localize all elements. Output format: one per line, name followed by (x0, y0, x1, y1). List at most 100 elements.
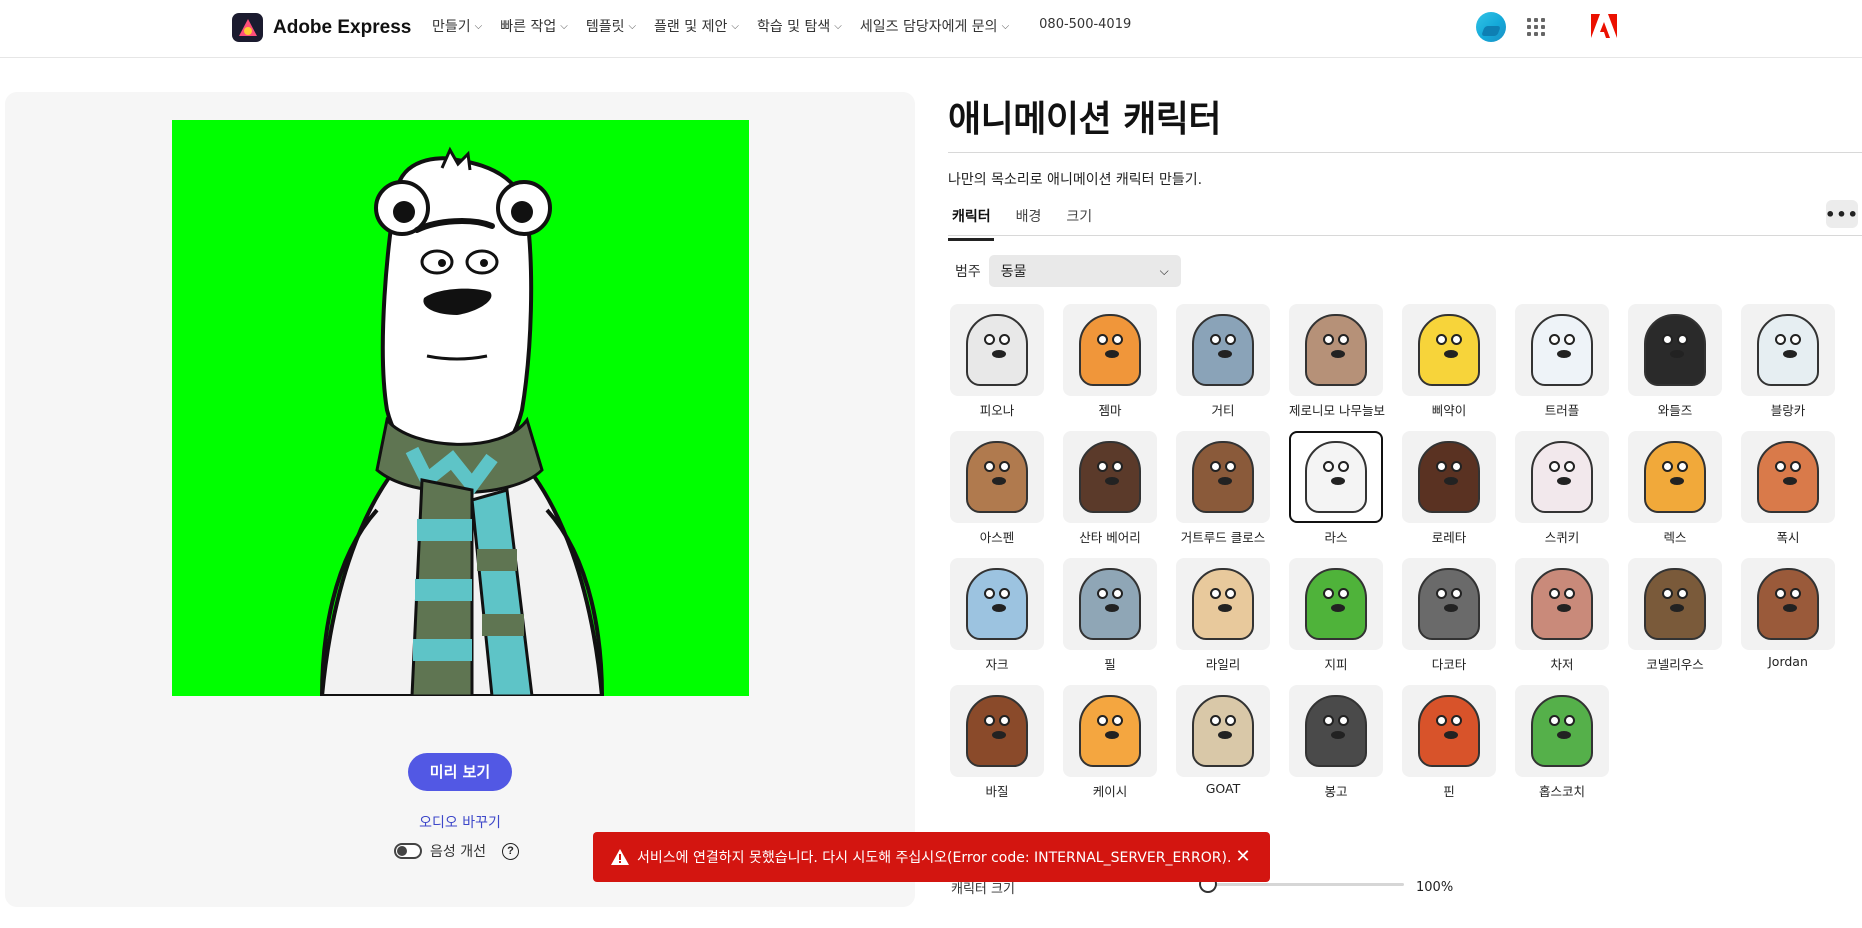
category-label: 범주 (955, 264, 981, 280)
character-illustration (1418, 568, 1480, 640)
character-name: 차저 (1550, 657, 1574, 672)
character-illustration (1757, 568, 1819, 640)
page-title: 애니메이션 캐릭터 (948, 99, 1222, 140)
character-item[interactable]: 지피 (1289, 558, 1383, 678)
preview-button[interactable]: 미리 보기 (408, 753, 512, 791)
character-thumbnail (1402, 431, 1496, 523)
character-item[interactable]: 핀 (1402, 685, 1496, 805)
character-item[interactable]: 홉스코치 (1515, 685, 1609, 805)
category-select[interactable]: 동물 ⌵ (988, 255, 1181, 287)
character-illustration (966, 441, 1028, 513)
character-name: 바질 (985, 784, 1009, 799)
character-name: 폭시 (1776, 530, 1800, 545)
character-illustration (1418, 695, 1480, 767)
character-item[interactable]: 거트루드 클로스 (1176, 431, 1270, 551)
character-illustration (1531, 695, 1593, 767)
character-illustration (1644, 441, 1706, 513)
divider (948, 235, 1862, 236)
character-illustration (1192, 695, 1254, 767)
character-illustration (966, 695, 1028, 767)
character-name: 거트루드 클로스 (1180, 530, 1266, 545)
character-item[interactable]: 코넬리우스 (1628, 558, 1722, 678)
character-illustration (1192, 314, 1254, 386)
character-thumbnail (950, 431, 1044, 523)
nav-item-quick-actions[interactable]: 빠른 작업 ⌵ (500, 16, 568, 36)
character-thumbnail (950, 685, 1044, 777)
size-value: 100% (1416, 880, 1454, 895)
character-thumbnail (1628, 304, 1722, 396)
character-item[interactable]: GOAT (1176, 685, 1270, 805)
character-item[interactable]: 아스펜 (950, 431, 1044, 551)
character-name: 피오나 (979, 403, 1015, 418)
character-item[interactable]: 폭시 (1741, 431, 1835, 551)
character-item[interactable]: 봉고 (1289, 685, 1383, 805)
character-illustration (1192, 568, 1254, 640)
character-item[interactable]: 라스 (1289, 431, 1383, 551)
nav-item-label: 템플릿 (585, 19, 625, 35)
character-item[interactable]: 다코타 (1402, 558, 1496, 678)
character-item[interactable]: 라일리 (1176, 558, 1270, 678)
character-name: 와들즈 (1657, 403, 1693, 418)
character-name: 제로니모 나무늘보 (1289, 403, 1385, 418)
character-name: 로레타 (1431, 530, 1467, 545)
character-illustration (1418, 441, 1480, 513)
character-name: 라스 (1324, 530, 1348, 545)
character-illustration (1305, 568, 1367, 640)
character-thumbnail (1176, 685, 1270, 777)
nav-item-contact-sales[interactable]: 세일즈 담당자에게 문의 ⌵ (860, 16, 1009, 36)
character-item[interactable]: 피오나 (950, 304, 1044, 424)
character-item[interactable]: 와들즈 (1628, 304, 1722, 424)
size-slider-track[interactable] (1208, 883, 1404, 886)
nav-item-label: 빠른 작업 (500, 19, 557, 35)
character-thumbnail (1289, 558, 1383, 650)
character-item[interactable]: 트러플 (1515, 304, 1609, 424)
nav-item-templates[interactable]: 템플릿 ⌵ (586, 16, 636, 36)
chevron-down-icon: ⌵ (628, 20, 637, 32)
character-item[interactable]: 블랑카 (1741, 304, 1835, 424)
close-icon[interactable]: ✕ (1232, 846, 1254, 868)
character-canvas (172, 120, 749, 696)
nav-item-plans[interactable]: 플랜 및 제안 ⌵ (654, 16, 739, 36)
brand-name: Adobe Express (273, 16, 412, 38)
nav-item-learn[interactable]: 학습 및 탐색 ⌵ (757, 16, 842, 36)
character-thumbnail (1628, 431, 1722, 523)
character-thumbnail (1176, 431, 1270, 523)
character-item[interactable]: 젬마 (1063, 304, 1157, 424)
character-item[interactable]: 로레타 (1402, 431, 1496, 551)
adobe-logo[interactable] (1591, 14, 1617, 38)
character-illustration (1079, 314, 1141, 386)
voice-enhance-toggle[interactable] (394, 843, 422, 859)
help-icon[interactable]: ? (501, 842, 519, 860)
character-thumbnail (1063, 685, 1157, 777)
character-item[interactable]: Jordan (1741, 558, 1835, 678)
avatar[interactable] (1476, 12, 1506, 42)
character-illustration (1531, 568, 1593, 640)
character-illustration (1079, 568, 1141, 640)
character-name: 필 (1104, 657, 1116, 672)
character-item[interactable]: 차저 (1515, 558, 1609, 678)
more-icon[interactable]: ••• (1825, 200, 1858, 228)
character-item[interactable]: 거티 (1176, 304, 1270, 424)
character-thumbnail (1515, 558, 1609, 650)
apps-grid-icon[interactable] (1527, 18, 1545, 36)
character-item[interactable]: 스퀴키 (1515, 431, 1609, 551)
character-item[interactable]: 렉스 (1628, 431, 1722, 551)
character-item[interactable]: 삐약이 (1402, 304, 1496, 424)
character-item[interactable]: 제로니모 나무늘보 (1289, 304, 1385, 424)
sales-phone[interactable]: 080-500-4019 (1039, 17, 1131, 36)
character-name: 지피 (1324, 657, 1348, 672)
character-thumbnail (1176, 304, 1270, 396)
chevron-down-icon: ⌵ (560, 20, 568, 32)
brand[interactable]: Adobe Express (232, 13, 411, 42)
character-item[interactable]: 바질 (950, 685, 1044, 805)
nav-item-create[interactable]: 만들기 ⌵ (432, 16, 482, 36)
character-illustration (1079, 441, 1141, 513)
character-item[interactable]: 산타 베어리 (1063, 431, 1157, 551)
character-item[interactable]: 케이시 (1063, 685, 1157, 805)
character-thumbnail (1402, 304, 1496, 396)
character-name: 봉고 (1324, 784, 1348, 799)
character-illustration (1079, 695, 1141, 767)
character-item[interactable]: 필 (1063, 558, 1157, 678)
character-item[interactable]: 자크 (950, 558, 1044, 678)
change-audio-link[interactable]: 오디오 바꾸기 (5, 812, 915, 832)
